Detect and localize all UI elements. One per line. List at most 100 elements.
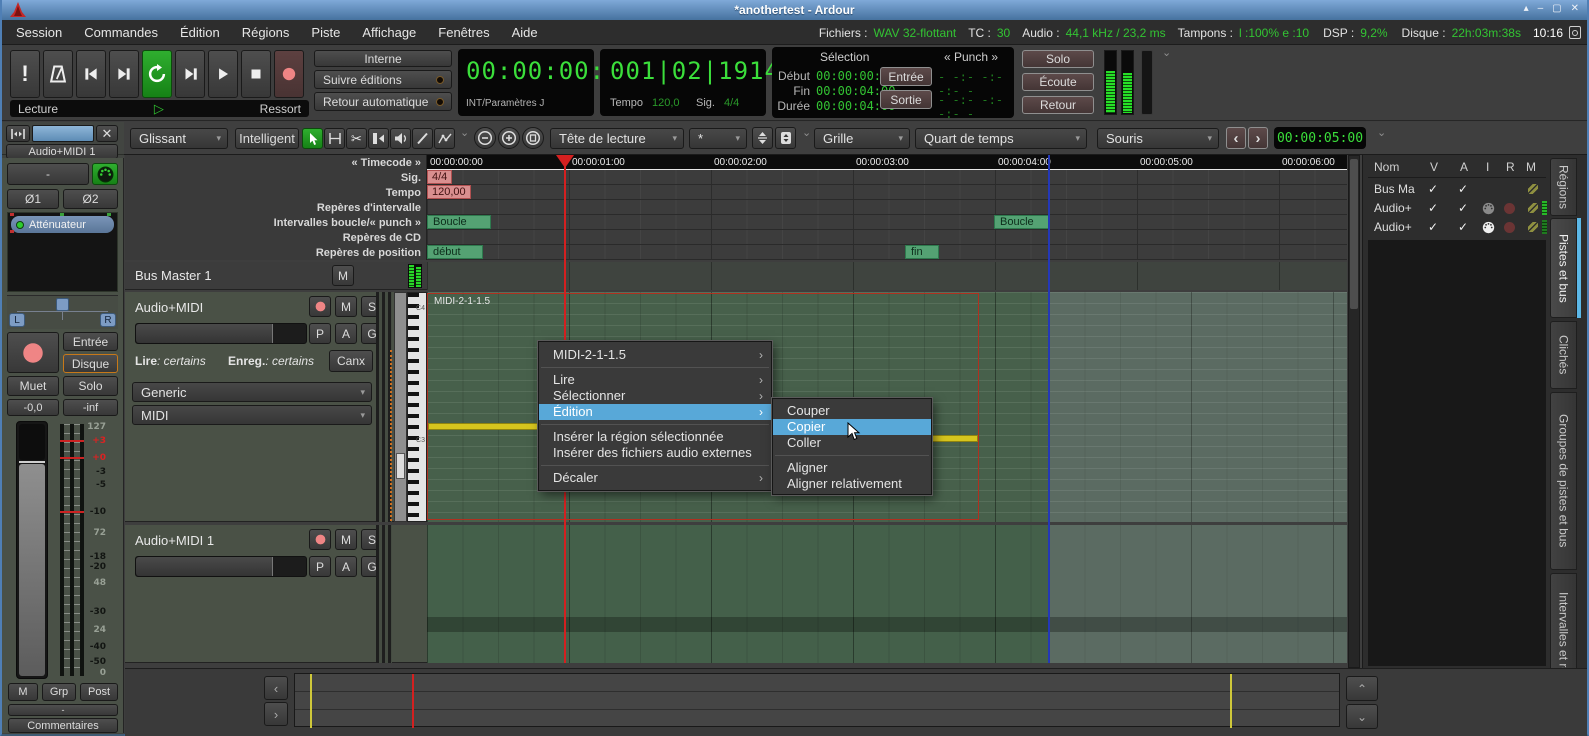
input-midi-icon[interactable] bbox=[1482, 221, 1495, 234]
menu-affichage[interactable]: Affichage bbox=[362, 25, 416, 40]
mute-state-icon[interactable] bbox=[1528, 203, 1538, 213]
track1-playlist-button[interactable]: P bbox=[309, 323, 331, 344]
fit-tracks-button[interactable] bbox=[752, 127, 773, 149]
summary-range-end-handle[interactable] bbox=[1230, 674, 1232, 728]
editor-vertical-scrollbar[interactable] bbox=[1348, 155, 1360, 668]
tempo-marker[interactable]: 120,00 bbox=[427, 185, 471, 199]
menu-aide[interactable]: Aide bbox=[512, 25, 538, 40]
punch-out-button[interactable]: Sortie bbox=[880, 90, 932, 109]
zoom-vertical-button[interactable] bbox=[775, 127, 796, 149]
nudge-clock[interactable]: 00:00:05:00 bbox=[1274, 127, 1366, 149]
goto-start-button[interactable] bbox=[76, 50, 106, 98]
active-check-icon[interactable]: ✓ bbox=[1458, 182, 1468, 196]
track-height-dropdown[interactable]: * bbox=[689, 128, 747, 149]
tempo-value[interactable]: 120,0 bbox=[652, 97, 680, 109]
strip-output2-button[interactable]: - bbox=[8, 704, 118, 716]
gain-fader[interactable] bbox=[16, 421, 48, 679]
titlebar[interactable]: *anothertest - Ardour ▴ – ▢ ✕ bbox=[2, 0, 1587, 20]
menu-edition[interactable]: Édition bbox=[180, 25, 220, 40]
edit-point-dropdown[interactable]: Souris bbox=[1097, 128, 1219, 149]
solo-global-button[interactable]: Solo bbox=[1022, 50, 1094, 68]
metronome-button[interactable] bbox=[43, 50, 73, 98]
track-list-row[interactable]: Bus Ma ✓ ✓ bbox=[1368, 180, 1546, 199]
bus-master-name[interactable]: Bus Master 1 bbox=[135, 268, 212, 283]
feedback-button[interactable]: Retour bbox=[1022, 96, 1094, 114]
track1-play-channels[interactable]: Lire: certains bbox=[135, 354, 206, 368]
strip-color-swatch[interactable] bbox=[32, 125, 94, 142]
pencil-tool-button[interactable] bbox=[412, 128, 433, 149]
active-check-icon[interactable]: ✓ bbox=[1458, 220, 1468, 234]
scroll-down-button[interactable]: ⌄ bbox=[1346, 704, 1378, 729]
bus-master-header[interactable]: Bus Master 1 M bbox=[125, 262, 427, 290]
play-range-button[interactable] bbox=[175, 50, 205, 98]
active-check-icon[interactable]: ✓ bbox=[1458, 201, 1468, 215]
column-nom[interactable]: Nom bbox=[1374, 160, 1399, 174]
group-button[interactable]: Grp bbox=[42, 683, 76, 701]
track2-automation-button[interactable]: A bbox=[335, 556, 357, 577]
menu-item-inserer-fichiers[interactable]: Insérer des fichiers audio externes bbox=[539, 445, 771, 461]
smart-mode-button[interactable]: Intelligent bbox=[235, 128, 299, 149]
audition-tool-button[interactable] bbox=[390, 128, 411, 149]
follow-edits-button[interactable]: Suivre éditions bbox=[314, 70, 452, 89]
track1-name[interactable]: Audio+MIDI bbox=[135, 300, 203, 315]
fader-handle[interactable] bbox=[19, 461, 45, 463]
phase-2-button[interactable]: Ø2 bbox=[63, 189, 118, 209]
ruler-label-position-markers[interactable]: Repères de position bbox=[127, 247, 421, 259]
vertical-scrollbar-handle[interactable] bbox=[1350, 159, 1358, 309]
playhead-cursor-icon[interactable] bbox=[556, 155, 574, 168]
submenu-item-aligner-rel[interactable]: Aligner relativement bbox=[773, 476, 931, 492]
grab-tool-button[interactable] bbox=[302, 128, 323, 149]
snap-mode-dropdown[interactable]: Grille bbox=[814, 128, 910, 149]
column-r[interactable]: R bbox=[1506, 160, 1515, 174]
column-a[interactable]: A bbox=[1460, 160, 1468, 174]
strip-solo-button[interactable]: Solo bbox=[63, 376, 118, 396]
zoom-more-chevron-icon[interactable]: ⌄ bbox=[802, 126, 811, 139]
track1-patch-dropdown[interactable]: Generic bbox=[132, 382, 372, 402]
submenu-item-couper[interactable]: Couper bbox=[773, 403, 931, 419]
track1-automation-button[interactable]: A bbox=[335, 323, 357, 344]
monitor-disk-button[interactable]: Disque bbox=[63, 354, 118, 373]
track1-mute-button[interactable]: M bbox=[335, 296, 357, 317]
summary-range-start-handle[interactable] bbox=[310, 674, 312, 728]
pan-left-button[interactable]: L bbox=[9, 313, 25, 327]
menu-item-decaler[interactable]: Décaler› bbox=[539, 470, 771, 486]
menu-item-edition[interactable]: Édition› bbox=[539, 404, 771, 420]
track2-playlist-button[interactable]: P bbox=[309, 556, 331, 577]
draw-tool-button[interactable] bbox=[434, 128, 455, 149]
nudge-back-button[interactable]: ‹ bbox=[1226, 127, 1246, 149]
track1-scroomer[interactable] bbox=[394, 292, 407, 522]
end-position-marker[interactable]: fin bbox=[905, 245, 939, 259]
window-shade-icon[interactable]: ▴ bbox=[1524, 3, 1529, 14]
tab-regions[interactable]: Régions bbox=[1550, 158, 1577, 216]
stop-button[interactable] bbox=[241, 50, 271, 98]
sig-value[interactable]: 4/4 bbox=[724, 97, 739, 109]
column-i[interactable]: I bbox=[1486, 160, 1489, 174]
gain-display[interactable]: -0,0 bbox=[7, 399, 59, 416]
punch-in-button[interactable]: Entrée bbox=[880, 67, 932, 86]
track1-channel-dropdown[interactable]: MIDI bbox=[132, 405, 372, 425]
track-list-row[interactable]: Audio+ ✓ ✓ bbox=[1368, 218, 1546, 237]
cut-tool-button[interactable]: ✂ bbox=[346, 128, 367, 149]
menu-session[interactable]: Session bbox=[16, 25, 62, 40]
processor-box[interactable]: Atténuateur bbox=[7, 212, 118, 292]
audition-button[interactable]: Écoute bbox=[1022, 73, 1094, 91]
strip-output-button[interactable]: - bbox=[7, 163, 89, 185]
summary-scroll-right-button[interactable]: › bbox=[264, 702, 288, 726]
track1-channel-button[interactable]: Canx bbox=[329, 350, 373, 372]
rec-state-icon[interactable] bbox=[1504, 222, 1515, 233]
submenu-item-aligner[interactable]: Aligner bbox=[773, 460, 931, 476]
zoom-fit-button[interactable] bbox=[522, 127, 544, 149]
tab-pistes-et-bus[interactable]: Pistes et bus bbox=[1550, 218, 1577, 318]
transport-options-chevron-icon[interactable]: ⌄ bbox=[1162, 46, 1171, 59]
track1-rec-button[interactable] bbox=[309, 296, 331, 317]
pan-right-button[interactable]: R bbox=[100, 313, 116, 327]
ruler-label-loop-punch[interactable]: Intervalles boucle/« punch » bbox=[127, 217, 421, 229]
menu-regions[interactable]: Régions bbox=[242, 25, 290, 40]
strip-width-button[interactable] bbox=[6, 125, 30, 142]
sync-source-button[interactable]: Interne bbox=[314, 50, 452, 67]
ruler-label-timecode[interactable]: « Timecode » bbox=[127, 157, 421, 169]
visible-check-icon[interactable]: ✓ bbox=[1428, 182, 1438, 196]
strip-name-button[interactable]: Audio+MIDI 1 bbox=[6, 144, 118, 159]
auto-return-button[interactable]: Retour automatique bbox=[314, 92, 452, 111]
zoom-in-button[interactable] bbox=[498, 127, 520, 149]
